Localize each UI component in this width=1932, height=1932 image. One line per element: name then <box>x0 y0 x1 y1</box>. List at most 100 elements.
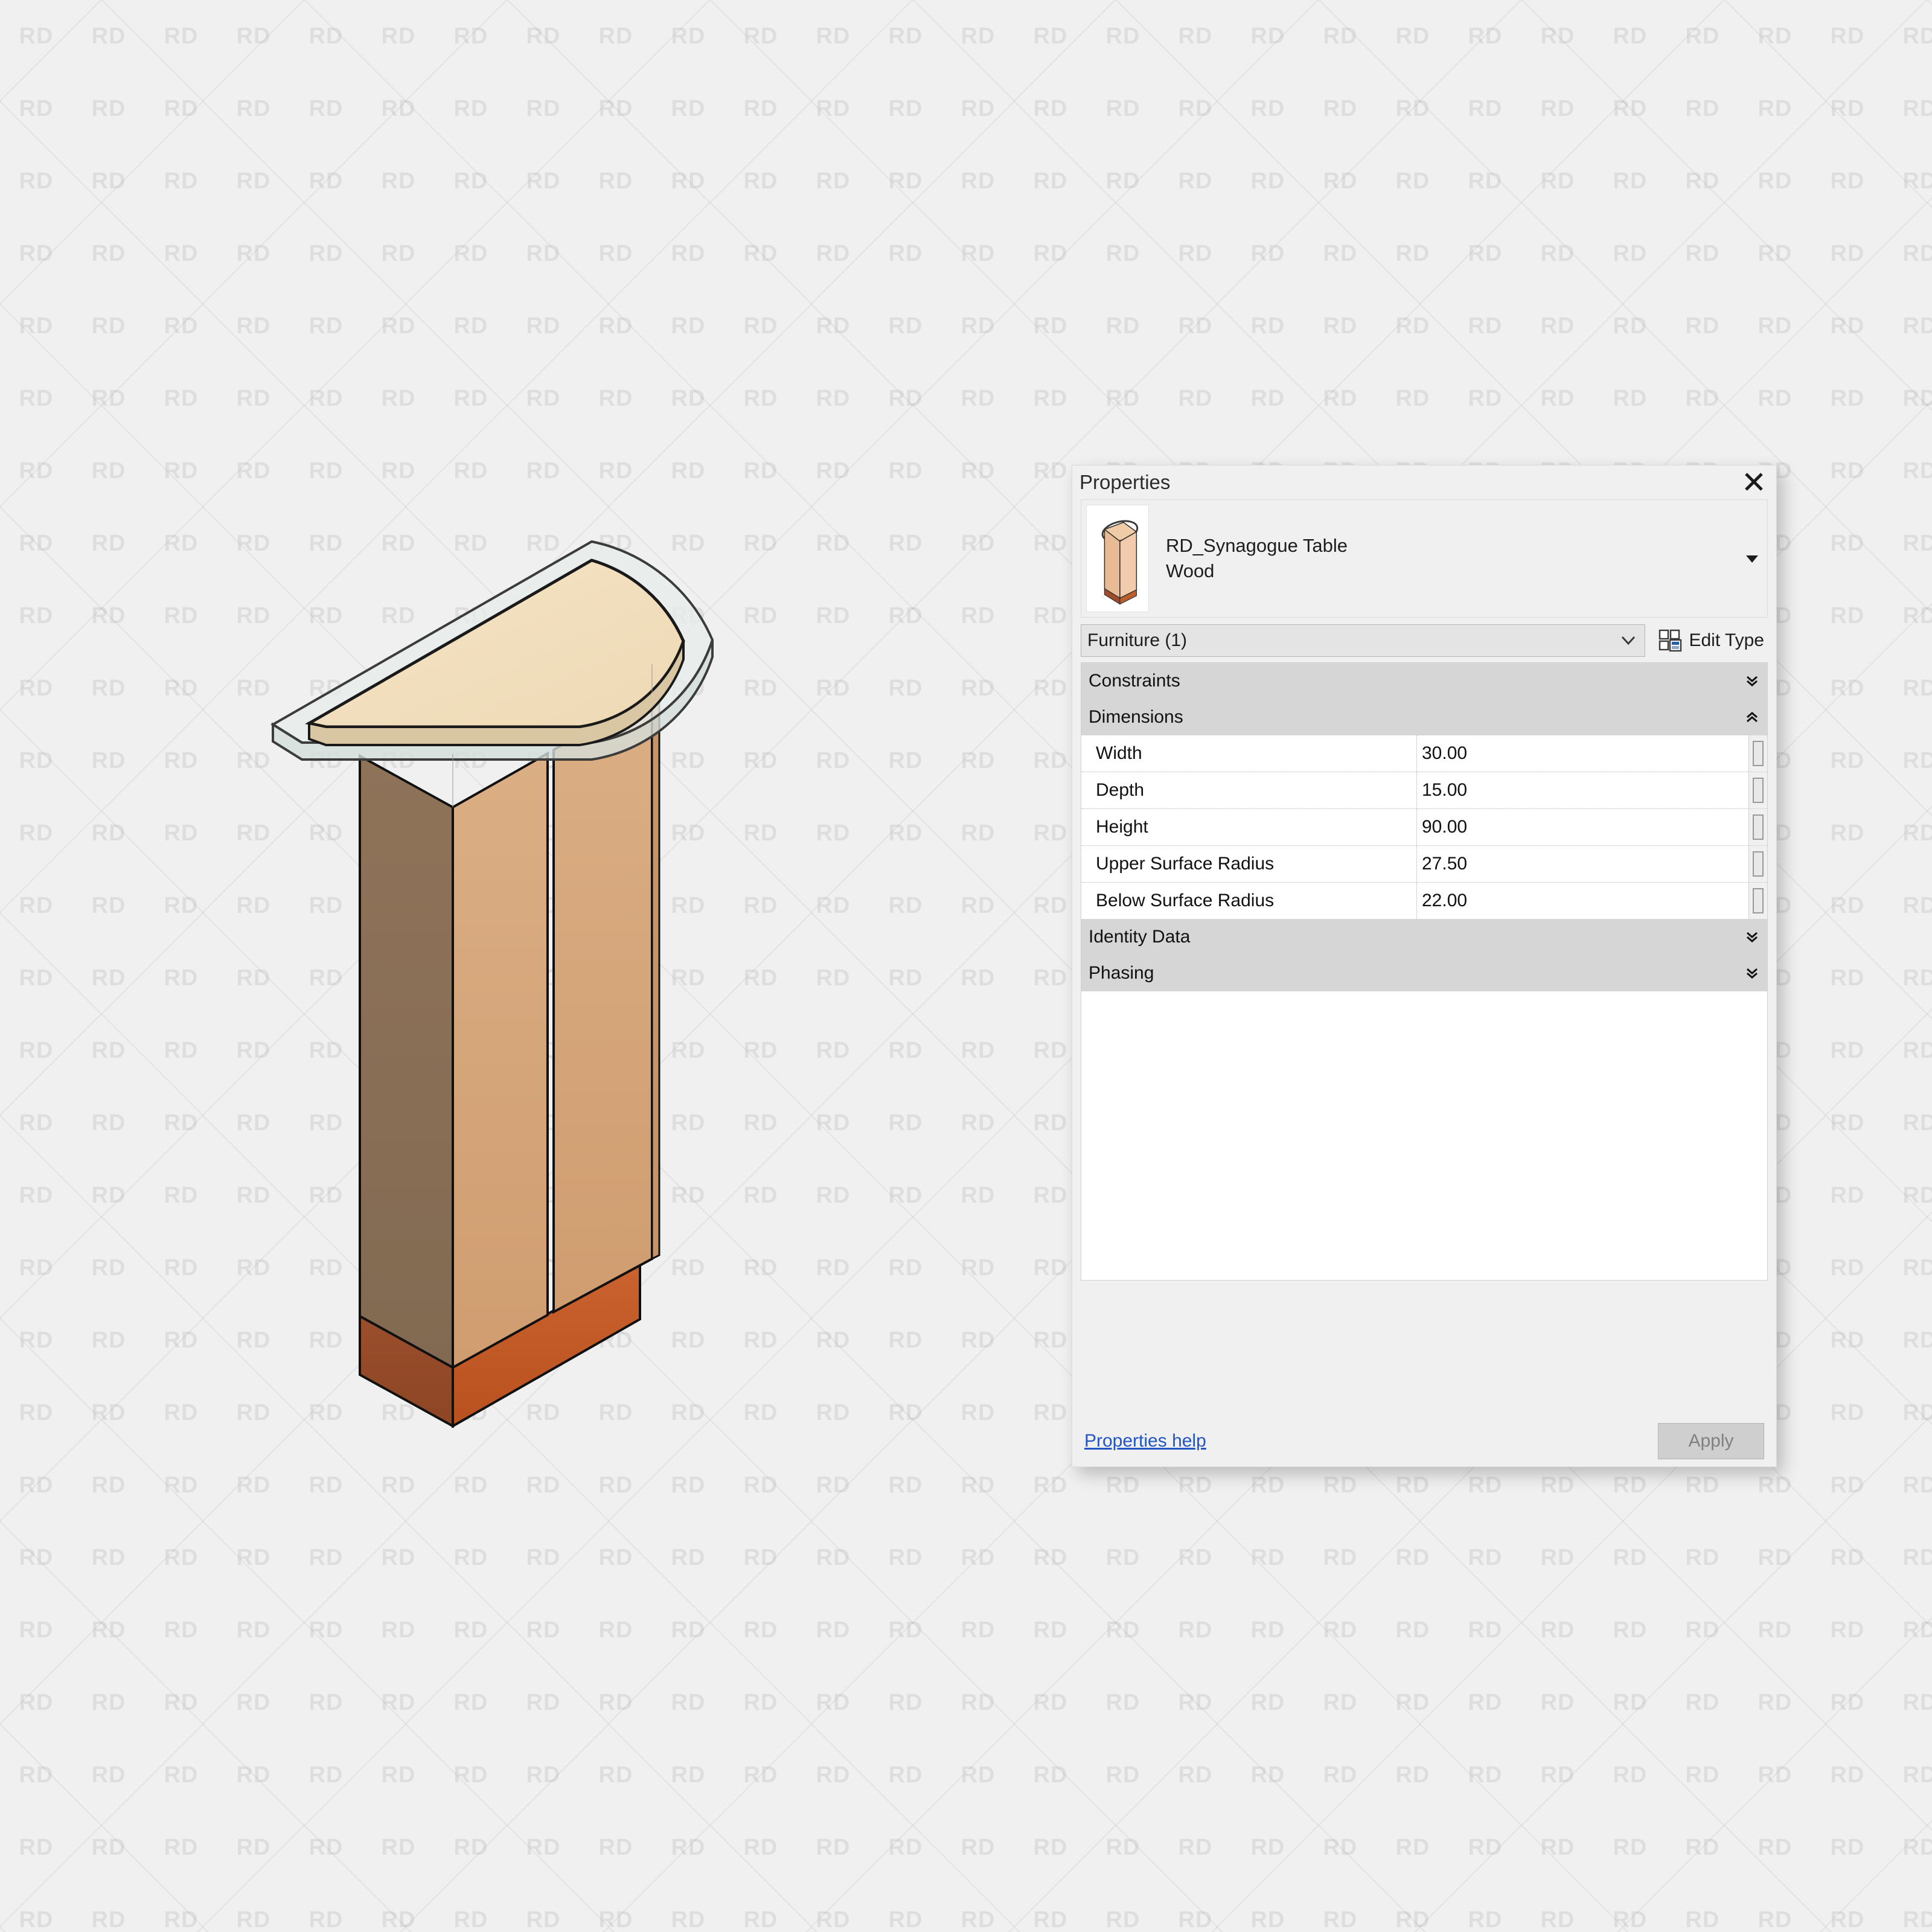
param-name-cell: Width <box>1081 735 1417 772</box>
watermark-label: RD <box>1613 1544 1648 1570</box>
chevron-double-down-icon[interactable] <box>1745 929 1759 945</box>
param-value-cell[interactable]: 15.00 <box>1417 772 1748 808</box>
watermark-label: RD <box>1178 1472 1213 1498</box>
watermark-label: RD <box>1033 1255 1068 1281</box>
close-icon[interactable] <box>1740 468 1768 496</box>
watermark-label: RD <box>1685 23 1720 49</box>
watermark-label: RD <box>1250 1762 1285 1788</box>
param-value-cell[interactable]: 90.00 <box>1417 809 1748 845</box>
param-group-header-dimensions[interactable]: Dimensions <box>1081 699 1767 735</box>
watermark-label: RD <box>526 1689 561 1715</box>
table-row[interactable]: Width 30.00 <box>1081 735 1767 772</box>
watermark-label: RD <box>961 1182 996 1208</box>
category-select[interactable]: Furniture (1) <box>1081 624 1646 657</box>
param-name-cell: Depth <box>1081 772 1417 808</box>
watermark-label: RD <box>1902 23 1932 49</box>
watermark-label: RD <box>1250 1907 1285 1932</box>
watermark-label: RD <box>743 313 778 339</box>
watermark-label: RD <box>961 1617 996 1643</box>
watermark-label: RD <box>1613 1907 1648 1932</box>
watermark-label: RD <box>961 313 996 339</box>
chevron-down-icon <box>1620 635 1636 646</box>
model-front-panel-right <box>552 691 653 1314</box>
watermark-label: RD <box>1613 168 1648 194</box>
param-row-toggle-button[interactable] <box>1748 846 1767 882</box>
watermark-label: RD <box>961 458 996 484</box>
watermark-label: RD <box>1033 1327 1068 1353</box>
watermark-label: RD <box>381 95 416 121</box>
watermark-label: RD <box>1250 1472 1285 1498</box>
watermark-label: RD <box>598 1617 633 1643</box>
type-selector[interactable]: RD_Synagogue Table Wood <box>1081 499 1768 618</box>
watermark-label: RD <box>598 1907 633 1932</box>
watermark-label: RD <box>961 1689 996 1715</box>
param-group-header-identity-data[interactable]: Identity Data <box>1081 919 1767 955</box>
param-group-header-phasing[interactable]: Phasing <box>1081 955 1767 991</box>
watermark-label: RD <box>1540 1834 1575 1860</box>
param-value-cell[interactable]: 27.50 <box>1417 846 1748 882</box>
properties-help-link[interactable]: Properties help <box>1084 1431 1206 1451</box>
toggle-box-icon <box>1753 851 1764 877</box>
watermark-label: RD <box>91 385 126 411</box>
table-row[interactable]: Upper Surface Radius 27.50 <box>1081 846 1767 883</box>
param-value-cell[interactable]: 22.00 <box>1417 883 1748 919</box>
param-row-toggle-button[interactable] <box>1748 883 1767 919</box>
watermark-label: RD <box>1830 1037 1865 1063</box>
watermark-label: RD <box>816 675 851 701</box>
watermark-label: RD <box>1758 1762 1793 1788</box>
watermark-label: RD <box>1250 95 1285 121</box>
watermark-label: RD <box>1902 1617 1932 1643</box>
edit-type-button[interactable]: Edit Type <box>1655 629 1768 653</box>
table-row[interactable]: Depth 15.00 <box>1081 772 1767 809</box>
watermark-label: RD <box>1105 1472 1140 1498</box>
apply-button[interactable]: Apply <box>1658 1423 1764 1459</box>
watermark-label: RD <box>453 385 488 411</box>
chevron-double-down-icon[interactable] <box>1745 965 1759 981</box>
watermark-label: RD <box>91 1907 126 1932</box>
watermark-label: RD <box>19 95 54 121</box>
watermark-label: RD <box>598 23 633 49</box>
watermark-label: RD <box>1902 603 1932 629</box>
watermark-label: RD <box>1902 892 1932 918</box>
watermark-label: RD <box>1105 313 1140 339</box>
watermark-label: RD <box>164 458 199 484</box>
category-row: Furniture (1) Edit Type <box>1081 624 1768 657</box>
watermark-label: RD <box>1830 530 1865 556</box>
watermark-label: RD <box>91 603 126 629</box>
watermark-label: RD <box>1685 1907 1720 1932</box>
watermark-label: RD <box>743 1617 778 1643</box>
chevron-down-icon[interactable] <box>1744 551 1760 566</box>
param-row-toggle-button[interactable] <box>1748 735 1767 772</box>
param-group-header-constraints[interactable]: Constraints <box>1081 663 1767 699</box>
watermark-label: RD <box>1105 1617 1140 1643</box>
watermark-label: RD <box>1105 240 1140 266</box>
table-row[interactable]: Below Surface Radius 22.00 <box>1081 883 1767 919</box>
chevron-double-up-icon[interactable] <box>1745 709 1759 725</box>
watermark-label: RD <box>816 1907 851 1932</box>
watermark-label: RD <box>1033 1544 1068 1570</box>
param-value-cell[interactable]: 30.00 <box>1417 735 1748 772</box>
watermark-label: RD <box>1178 1907 1213 1932</box>
watermark-label: RD <box>961 1037 996 1063</box>
watermark-label: RD <box>1685 313 1720 339</box>
watermark-label: RD <box>1830 1327 1865 1353</box>
chevron-double-down-icon[interactable] <box>1745 673 1759 689</box>
watermark-label: RD <box>671 168 706 194</box>
param-row-toggle-button[interactable] <box>1748 809 1767 845</box>
watermark-label: RD <box>1830 1182 1865 1208</box>
watermark-label: RD <box>961 892 996 918</box>
watermark-label: RD <box>453 95 488 121</box>
table-row[interactable]: Height 90.00 <box>1081 809 1767 846</box>
watermark-label: RD <box>236 95 271 121</box>
watermark-label: RD <box>91 1327 126 1353</box>
param-row-toggle-button[interactable] <box>1748 772 1767 808</box>
watermark-label: RD <box>1178 23 1213 49</box>
watermark-label: RD <box>236 1907 271 1932</box>
watermark-label: RD <box>19 1689 54 1715</box>
watermark-label: RD <box>1613 385 1648 411</box>
watermark-label: RD <box>1033 23 1068 49</box>
watermark-label: RD <box>19 313 54 339</box>
type-selector-labels: RD_Synagogue Table Wood <box>1166 533 1767 584</box>
watermark-label: RD <box>526 313 561 339</box>
watermark-label: RD <box>1902 1399 1932 1425</box>
